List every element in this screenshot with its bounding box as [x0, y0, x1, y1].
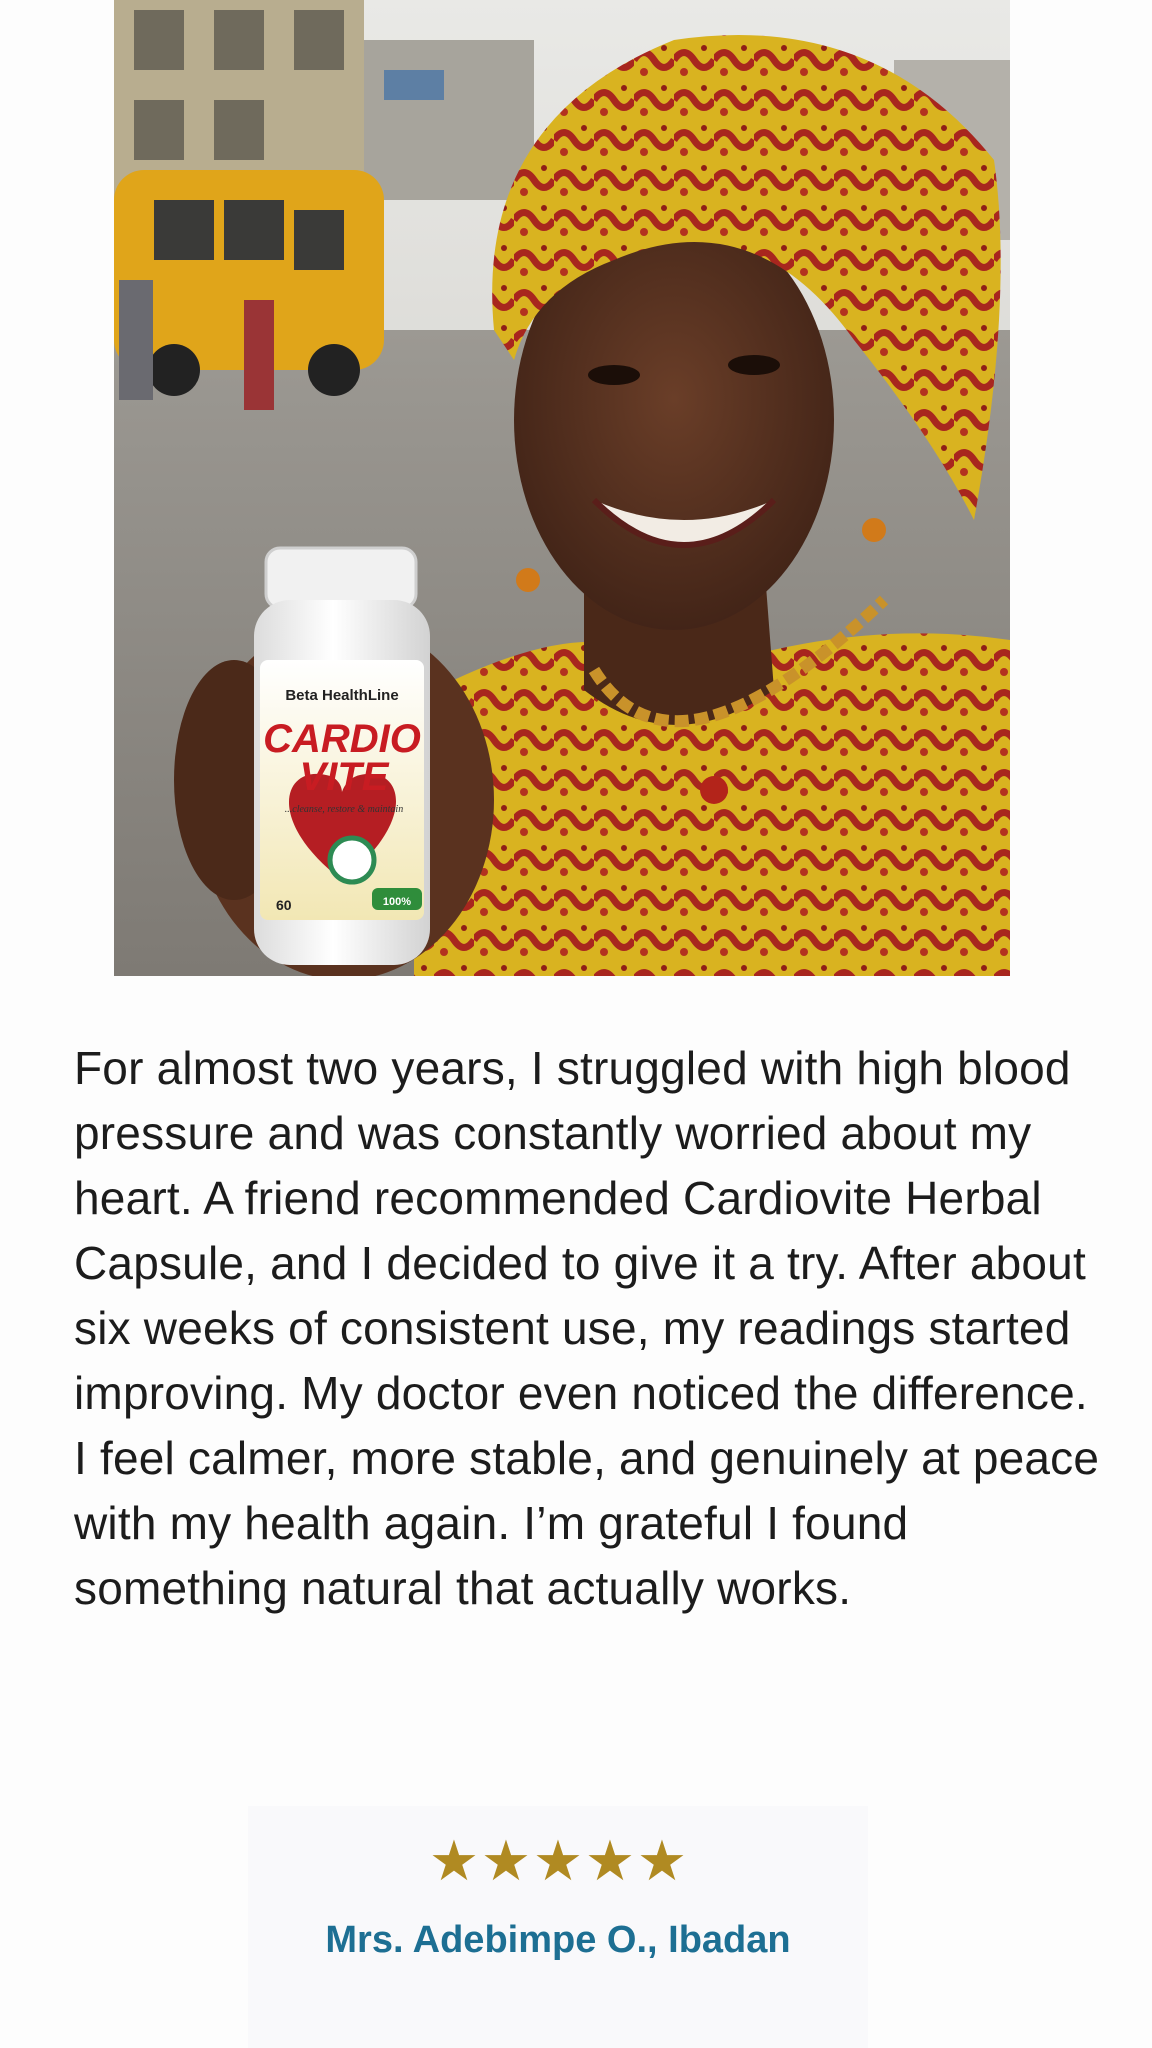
- bottle-count: 60: [276, 897, 292, 913]
- bottle-brand: Beta HealthLine: [285, 687, 398, 704]
- customer-photo: Beta HealthLine CARDIO VITE ...cleanse, …: [114, 0, 1010, 976]
- star-icon: ★: [428, 1829, 480, 1894]
- star-icon: ★: [532, 1829, 584, 1894]
- star-icon: ★: [584, 1829, 636, 1894]
- testimonial-text: For almost two years, I struggled with h…: [74, 1042, 1100, 1614]
- customer-photo-illustration: Beta HealthLine CARDIO VITE ...cleanse, …: [114, 0, 1010, 976]
- star-icon: ★: [636, 1829, 688, 1894]
- bottle-badge: 100%: [383, 896, 411, 908]
- testimonial-page: Beta HealthLine CARDIO VITE ...cleanse, …: [0, 0, 1152, 2048]
- bottle-name-line2: VITE: [300, 755, 390, 799]
- reviewer-name: Mrs. Adebimpe O., Ibadan: [325, 1919, 791, 1961]
- star-rating: ★ ★ ★ ★ ★: [248, 1832, 868, 1892]
- star-icon: ★: [480, 1829, 532, 1894]
- review-card: ★ ★ ★ ★ ★ Mrs. Adebimpe O., Ibadan: [248, 1806, 868, 2048]
- bottle-tagline: ...cleanse, restore & maintain: [285, 804, 403, 815]
